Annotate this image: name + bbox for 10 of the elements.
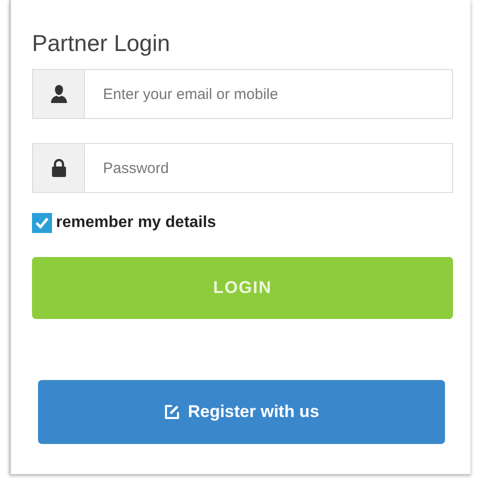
email-field[interactable]: Enter your email or mobile — [84, 69, 453, 119]
password-field[interactable]: Password — [84, 143, 453, 193]
checkmark-icon — [35, 217, 49, 229]
edit-icon — [164, 404, 180, 420]
user-icon — [50, 85, 66, 103]
remember-checkbox[interactable] — [32, 213, 52, 233]
remember-label: remember my details — [56, 214, 216, 232]
lock-icon — [50, 159, 66, 177]
register-button[interactable]: Register with us — [38, 380, 445, 444]
login-title: Partner Login — [32, 30, 172, 57]
